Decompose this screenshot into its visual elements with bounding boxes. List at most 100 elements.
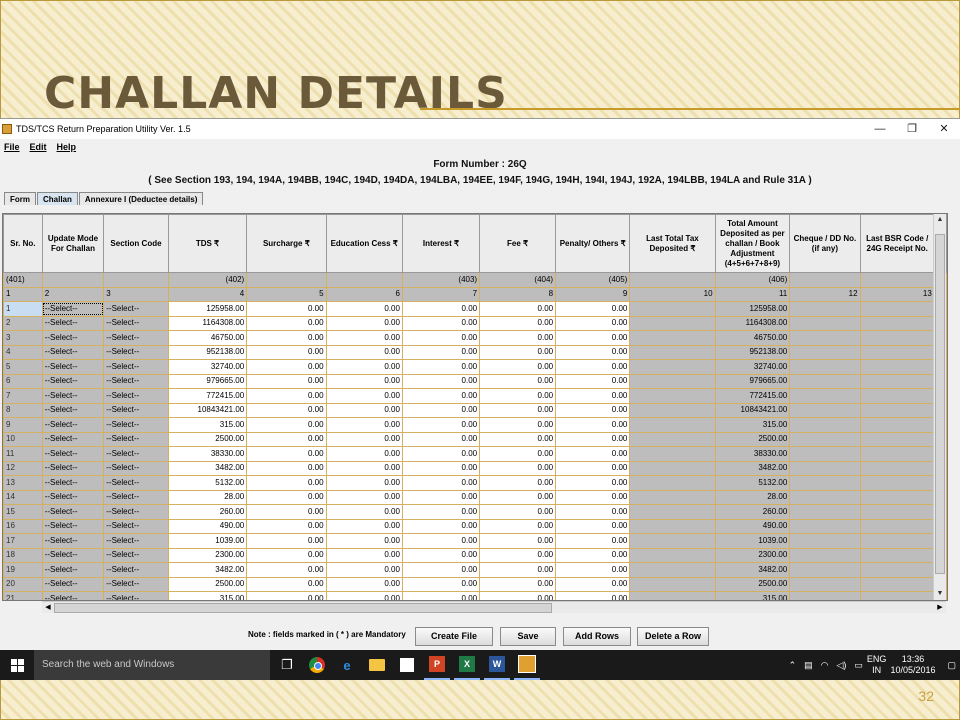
- table-cell[interactable]: --Select--: [41, 344, 105, 360]
- table-cell[interactable]: 21: [3, 591, 43, 600]
- table-cell[interactable]: 11: [3, 446, 43, 462]
- table-cell[interactable]: --Select--: [103, 402, 169, 418]
- table-cell[interactable]: 0.00: [246, 475, 327, 491]
- table-cell[interactable]: 0.00: [555, 504, 631, 520]
- table-cell[interactable]: 8: [3, 402, 43, 418]
- table-cell[interactable]: 0.00: [246, 591, 327, 600]
- table-cell[interactable]: 0.00: [555, 330, 631, 346]
- table-cell[interactable]: --Select--: [41, 547, 105, 563]
- table-cell[interactable]: 0.00: [479, 460, 557, 476]
- table-cell[interactable]: [629, 533, 716, 549]
- table-cell[interactable]: 10843421.00: [167, 402, 248, 418]
- table-cell[interactable]: --Select--: [41, 591, 105, 600]
- table-cell[interactable]: 46750.00: [167, 330, 248, 346]
- table-cell[interactable]: 125958.00: [714, 301, 791, 317]
- scroll-left-icon[interactable]: ◀: [42, 602, 54, 614]
- table-cell[interactable]: 0.00: [325, 388, 403, 404]
- table-cell[interactable]: 0.00: [479, 359, 557, 375]
- table-cell[interactable]: [629, 431, 716, 447]
- table-cell[interactable]: 2: [3, 315, 43, 331]
- table-cell[interactable]: 32740.00: [167, 359, 248, 375]
- table-cell[interactable]: 0.00: [555, 576, 631, 592]
- table-cell[interactable]: 1164308.00: [167, 315, 248, 331]
- table-cell[interactable]: 28.00: [167, 489, 248, 505]
- table-cell[interactable]: [859, 446, 935, 462]
- table-cell[interactable]: 0.00: [401, 373, 481, 389]
- table-cell[interactable]: [859, 518, 935, 534]
- table-cell[interactable]: 0.00: [401, 359, 481, 375]
- table-cell[interactable]: 0.00: [325, 504, 403, 520]
- create-file-button[interactable]: Create File: [415, 627, 493, 646]
- table-cell[interactable]: 315.00: [167, 417, 248, 433]
- table-cell[interactable]: 0.00: [401, 417, 481, 433]
- table-cell[interactable]: [789, 301, 861, 317]
- table-cell[interactable]: 2500.00: [714, 431, 791, 447]
- delete-row-button[interactable]: Delete a Row: [637, 627, 709, 646]
- table-cell[interactable]: 0.00: [479, 591, 557, 600]
- table-cell[interactable]: [789, 518, 861, 534]
- table-cell[interactable]: --Select--: [103, 489, 169, 505]
- table-cell[interactable]: 15: [3, 504, 43, 520]
- menu-help[interactable]: Help: [57, 142, 77, 152]
- table-cell[interactable]: 0.00: [325, 417, 403, 433]
- table-cell[interactable]: 0.00: [246, 344, 327, 360]
- table-cell[interactable]: 315.00: [714, 417, 791, 433]
- table-cell[interactable]: 0.00: [246, 431, 327, 447]
- table-cell[interactable]: 3482.00: [167, 460, 248, 476]
- table-cell[interactable]: 0.00: [555, 518, 631, 534]
- table-cell[interactable]: [859, 460, 935, 476]
- table-cell[interactable]: 0.00: [555, 373, 631, 389]
- table-cell[interactable]: [629, 562, 716, 578]
- table-cell[interactable]: 952138.00: [167, 344, 248, 360]
- table-cell[interactable]: [789, 489, 861, 505]
- table-cell[interactable]: [789, 417, 861, 433]
- table-cell[interactable]: 5: [3, 359, 43, 375]
- table-cell[interactable]: 0.00: [555, 359, 631, 375]
- table-cell[interactable]: 0.00: [401, 330, 481, 346]
- table-cell[interactable]: [629, 475, 716, 491]
- table-cell[interactable]: 0.00: [479, 431, 557, 447]
- table-cell[interactable]: 0.00: [325, 402, 403, 418]
- table-cell[interactable]: --Select--: [41, 330, 105, 346]
- table-cell[interactable]: [859, 373, 935, 389]
- table-cell[interactable]: [629, 504, 716, 520]
- table-cell[interactable]: 0.00: [246, 388, 327, 404]
- table-cell[interactable]: --Select--: [103, 446, 169, 462]
- powerpoint-icon[interactable]: P: [424, 650, 450, 680]
- table-cell[interactable]: [859, 315, 935, 331]
- table-cell[interactable]: 979665.00: [167, 373, 248, 389]
- table-cell[interactable]: --Select--: [41, 533, 105, 549]
- table-cell[interactable]: 260.00: [714, 504, 791, 520]
- table-cell[interactable]: 952138.00: [714, 344, 791, 360]
- edge-icon[interactable]: e: [334, 650, 360, 680]
- table-cell[interactable]: [789, 359, 861, 375]
- table-cell[interactable]: --Select--: [41, 315, 105, 331]
- table-cell[interactable]: 0.00: [246, 359, 327, 375]
- table-cell[interactable]: --Select--: [41, 388, 105, 404]
- table-cell[interactable]: 0.00: [325, 460, 403, 476]
- table-cell[interactable]: [859, 359, 935, 375]
- table-cell[interactable]: [629, 547, 716, 563]
- table-cell[interactable]: 0.00: [325, 547, 403, 563]
- table-cell[interactable]: [859, 301, 935, 317]
- table-cell[interactable]: 5132.00: [714, 475, 791, 491]
- table-cell[interactable]: 0.00: [401, 475, 481, 491]
- table-cell[interactable]: 0.00: [246, 533, 327, 549]
- table-cell[interactable]: --Select--: [103, 330, 169, 346]
- table-cell[interactable]: 0.00: [479, 547, 557, 563]
- tab-annexure[interactable]: Annexure I (Deductee details): [78, 192, 204, 205]
- table-cell[interactable]: 0.00: [479, 402, 557, 418]
- notifications-icon[interactable]: ▢: [947, 660, 956, 671]
- vertical-scrollbar[interactable]: ▲ ▼: [933, 214, 946, 600]
- scroll-down-icon[interactable]: ▼: [934, 588, 946, 600]
- table-cell[interactable]: 0.00: [325, 562, 403, 578]
- table-cell[interactable]: 0.00: [325, 330, 403, 346]
- horizontal-scrollbar[interactable]: ◀ ▶: [42, 601, 946, 613]
- table-cell[interactable]: [789, 591, 861, 600]
- taskbar-search[interactable]: Search the web and Windows: [34, 650, 270, 680]
- table-cell[interactable]: [629, 446, 716, 462]
- table-cell[interactable]: 0.00: [246, 576, 327, 592]
- table-cell[interactable]: 0.00: [246, 417, 327, 433]
- table-cell[interactable]: 18: [3, 547, 43, 563]
- language-indicator[interactable]: ENG IN: [867, 654, 887, 676]
